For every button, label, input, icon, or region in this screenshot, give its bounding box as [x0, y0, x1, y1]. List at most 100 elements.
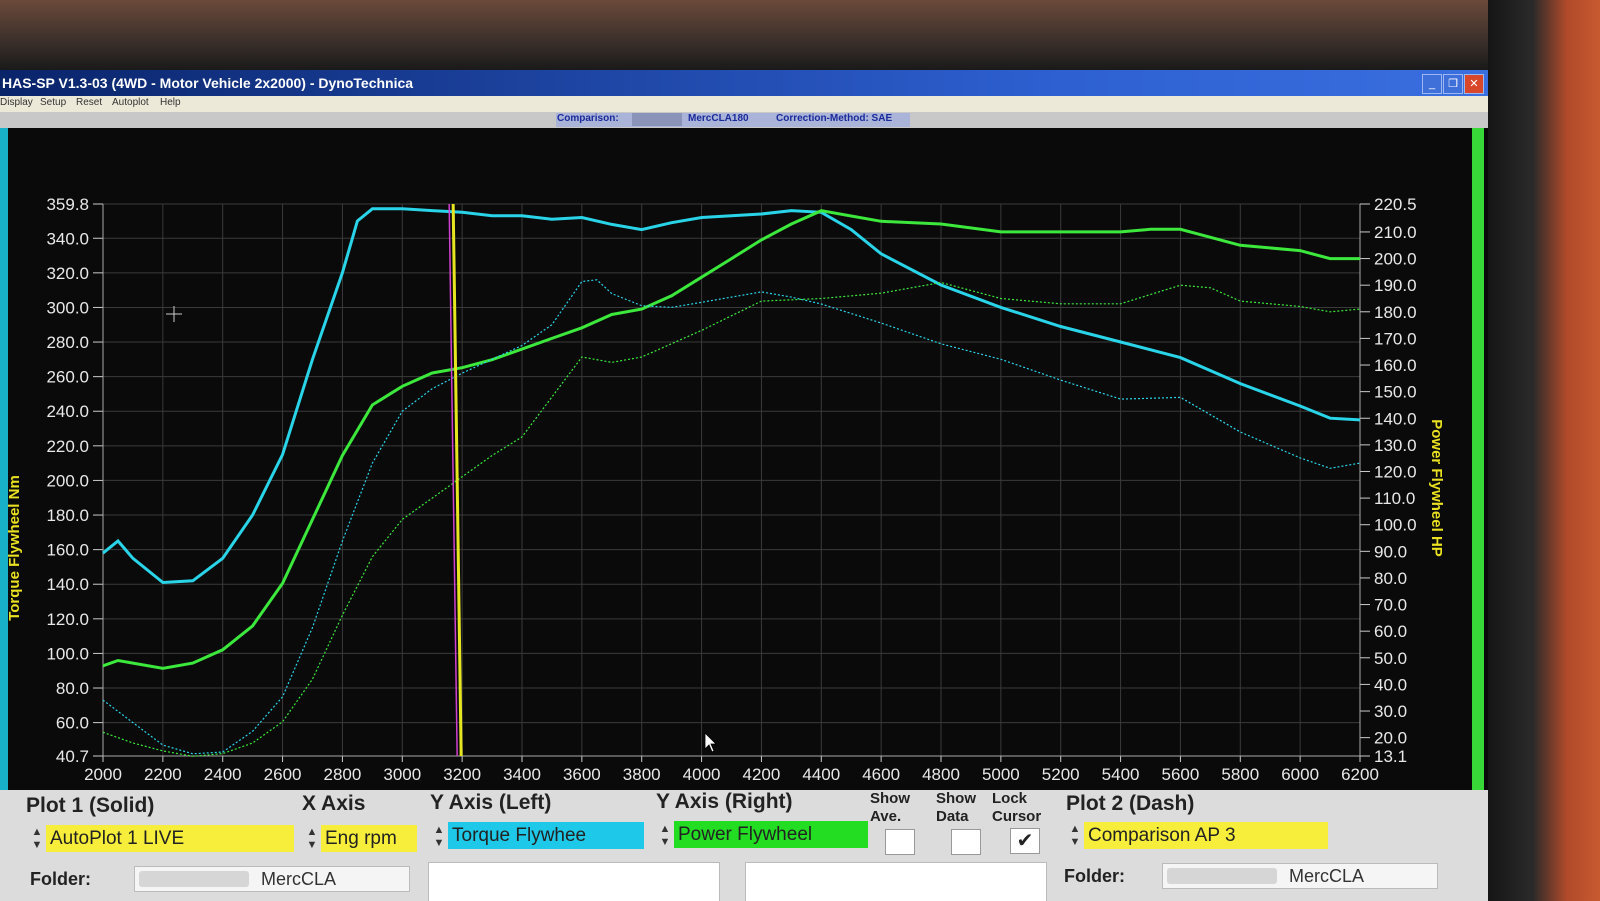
y-right-spinner[interactable]: ▲ ▼ — [658, 823, 672, 851]
redacted-text — [1167, 868, 1277, 884]
correction-method: Correction-Method: SAE — [776, 113, 893, 124]
redacted-text — [139, 871, 249, 887]
spin-down-icon: ▼ — [31, 839, 43, 851]
window-title: HAS-SP V1.3-03 (4WD - Motor Vehicle 2x20… — [2, 75, 414, 91]
y-left-select[interactable]: Torque Flywhee — [448, 822, 644, 849]
y-right-tick-label: 60.0 — [1374, 622, 1407, 641]
show-data-label1: Show — [936, 790, 976, 807]
show-data-checkbox[interactable] — [951, 829, 981, 855]
show-ave-checkbox[interactable] — [885, 829, 915, 855]
info-bar: Comparison: MercCLA180 Correction-Method… — [0, 112, 1488, 128]
y-right-tick-label: 160.0 — [1374, 356, 1417, 375]
y-right-tick-label: 20.0 — [1374, 729, 1407, 748]
y-left-tick-label: 200.0 — [46, 471, 89, 490]
x-tick-label: 4400 — [802, 765, 840, 784]
x-axis-select[interactable]: Eng rpm — [321, 825, 417, 852]
x-tick-label: 4800 — [922, 765, 960, 784]
y-right-tick-label: 100.0 — [1374, 516, 1417, 535]
menu-bar: Display Setup Reset Autoplot Help — [0, 96, 1488, 112]
restore-icon: ❐ — [1448, 78, 1458, 90]
y-left-tick-label: 240.0 — [46, 402, 89, 421]
y-left-tick-label: 160.0 — [46, 541, 89, 560]
y-right-tick-label: 80.0 — [1374, 569, 1407, 588]
x-tick-label: 4600 — [862, 765, 900, 784]
minimize-icon: _ — [1428, 78, 1436, 90]
x-tick-label: 2200 — [144, 765, 182, 784]
comparison-value: MercCLA180 — [688, 113, 749, 124]
y-right-tick-label: 13.1 — [1374, 747, 1407, 766]
x-tick-label: 5000 — [982, 765, 1020, 784]
menu-setup[interactable]: Setup — [40, 97, 66, 108]
y-right-tick-label: 170.0 — [1374, 329, 1417, 348]
y-left-tick-label: 340.0 — [46, 229, 89, 248]
x-tick-label: 5600 — [1162, 765, 1200, 784]
x-tick-label: 4000 — [683, 765, 721, 784]
plot1-spinner[interactable]: ▲ ▼ — [30, 826, 44, 854]
y-right-tick-label: 130.0 — [1374, 436, 1417, 455]
y-right-tick-label: 190.0 — [1374, 276, 1417, 295]
y-left-heading: Y Axis (Left) — [430, 791, 552, 814]
plot1-folder-field: MercCLA — [134, 866, 410, 892]
dyno-chart[interactable]: 2000 2200 2400 2600 2800 3000 3200 3400 3600 3800… — [0, 128, 1488, 790]
y-right-tick-label: 140.0 — [1374, 409, 1417, 428]
y-left-axis-label: Torque Flywheel Nm — [6, 475, 23, 621]
menu-display[interactable]: Display — [0, 97, 33, 108]
y-right-info-box — [745, 862, 1047, 901]
y-right-tick-label: 70.0 — [1374, 596, 1407, 615]
y-right-tick-label: 220.5 — [1374, 195, 1417, 214]
x-tick-label: 3000 — [383, 765, 421, 784]
plot2-spinner[interactable]: ▲ ▼ — [1068, 823, 1082, 851]
y-right-heading: Y Axis (Right) — [656, 790, 793, 813]
mouse-pointer-icon — [704, 732, 717, 753]
plot1-heading: Plot 1 (Solid) — [26, 794, 155, 817]
y-left-tick-label: 60.0 — [56, 714, 89, 733]
checkmark-icon: ✔ — [1016, 830, 1034, 852]
close-icon: ✕ — [1469, 78, 1479, 90]
minimize-button[interactable]: _ — [1422, 74, 1442, 94]
y-left-tick-label: 280.0 — [46, 333, 89, 352]
y-left-tick-label: 260.0 — [46, 368, 89, 387]
x-tick-label: 5800 — [1221, 765, 1259, 784]
x-tick-label: 5200 — [1042, 765, 1080, 784]
lock-cursor-checkbox[interactable]: ✔ — [1010, 828, 1040, 854]
y-right-tick-label: 50.0 — [1374, 649, 1407, 668]
y-right-select[interactable]: Power Flywheel — [674, 821, 868, 848]
menu-help[interactable]: Help — [160, 97, 181, 108]
y-right-tick-label: 180.0 — [1374, 303, 1417, 322]
y-left-tick-label: 80.0 — [56, 679, 89, 698]
spin-up-icon: ▲ — [306, 826, 318, 838]
x-tick-label: 6000 — [1281, 765, 1319, 784]
y-left-spinner[interactable]: ▲ ▼ — [432, 824, 446, 852]
spin-up-icon: ▲ — [31, 826, 43, 838]
x-tick-label: 2600 — [264, 765, 302, 784]
x-tick-label: 6200 — [1341, 765, 1379, 784]
menu-autoplot[interactable]: Autoplot — [112, 97, 149, 108]
plot1-select[interactable]: AutoPlot 1 LIVE — [46, 825, 294, 852]
y-left-tick-label: 120.0 — [46, 610, 89, 629]
y-right-tick-label: 200.0 — [1374, 250, 1417, 269]
lock-cursor-label1: Lock — [992, 790, 1028, 807]
y-right-tick-label: 110.0 — [1374, 489, 1415, 508]
spin-up-icon: ▲ — [659, 823, 671, 835]
y-left-tick-label: 100.0 — [46, 644, 89, 663]
y-left-tick-label: 40.7 — [56, 747, 89, 766]
y-right-tick-label: 150.0 — [1374, 383, 1417, 402]
crosshair-cursor-icon — [166, 306, 182, 322]
show-data-label2: Data — [936, 808, 969, 825]
x-axis-spinner[interactable]: ▲ ▼ — [305, 826, 319, 854]
menu-reset[interactable]: Reset — [76, 97, 102, 108]
x-tick-label: 3600 — [563, 765, 601, 784]
plot2-select[interactable]: Comparison AP 3 — [1084, 822, 1328, 849]
spin-up-icon: ▲ — [433, 824, 445, 836]
plot1-folder-value: MercCLA — [261, 869, 337, 889]
x-tick-label: 3800 — [623, 765, 661, 784]
series-line-comparison-torque — [102, 279, 1361, 755]
plot2-folder-field: MercCLA — [1162, 863, 1438, 889]
close-button[interactable]: ✕ — [1464, 74, 1484, 94]
y-right-tick-label: 210.0 — [1374, 223, 1417, 242]
grid — [93, 203, 1370, 762]
y-right-tick-labels: 220.5 210.0 200.0 190.0 180.0 170.0 160.0 150.0… — [1374, 195, 1417, 766]
y-left-tick-labels: 359.8 340.0 320.0 300.0 280.0 260.0 240.0 220.0… — [46, 195, 89, 766]
chart-canvas[interactable]: 2000 2200 2400 2600 2800 3000 3200 3400 3600 3800… — [0, 128, 1488, 790]
maximize-button[interactable]: ❐ — [1443, 74, 1463, 94]
